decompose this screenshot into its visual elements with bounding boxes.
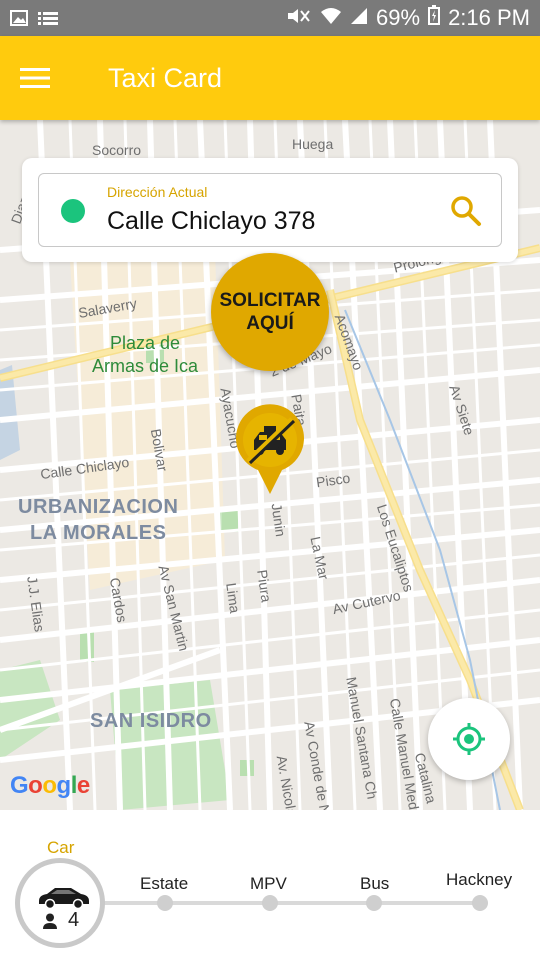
vehicle-option-bus[interactable] [366,895,382,911]
vehicle-option-estate[interactable] [157,895,173,911]
vehicle-option-estate-label: Estate [140,874,189,893]
battery-percent: 69% [376,5,421,30]
app-title: Taxi Card [108,62,223,93]
map-label-san-isidro: SAN ISIDRO [90,710,212,732]
google-attribution: Google [10,770,94,807]
address-field[interactable]: Dirección Actual Calle Chiclayo 378 [38,173,502,247]
my-location-button[interactable] [428,698,510,780]
request-line2: AQUÍ [246,313,294,334]
search-icon[interactable] [449,194,483,228]
list-notification-icon [38,10,58,26]
selected-vehicle-label: Car [47,838,75,857]
no-taxi-icon [236,404,304,494]
request-line1: SOLICITAR [219,290,321,311]
vehicle-option-bus-label: Bus [360,874,390,893]
signal-icon [350,5,368,31]
taxi-location-pin [232,404,308,496]
address-label: Dirección Actual [107,184,208,200]
map-label-plaza: Plaza de Armas de Ica [92,333,199,376]
app-bar: Taxi Card [0,36,540,120]
current-location-dot [61,199,85,223]
status-bar: 69% 2:16 PM [0,0,540,36]
svg-text:Google: Google [10,772,90,799]
menu-button[interactable] [0,36,70,120]
crosshair-icon [453,723,485,755]
battery-icon [428,5,441,31]
vehicle-option-mpv-label: MPV [250,874,287,893]
address-card: Dirección Actual Calle Chiclayo 378 [22,158,518,262]
clock: 2:16 PM [448,5,530,30]
gallery-notification-icon [10,10,28,26]
request-taxi-button[interactable]: SOLICITAR AQUÍ [211,253,329,371]
map-label-urbanizacion: URBANIZACION LA MORALES [18,496,179,544]
vehicle-option-hackney-label: Hackney [446,870,513,889]
person-icon [43,913,57,929]
address-value: Calle Chiclayo 378 [107,207,316,235]
hamburger-icon [20,68,50,88]
vehicle-option-hackney[interactable] [472,895,488,911]
map-label-socorro: Socorro [92,142,142,158]
seat-count: 4 [68,909,80,931]
map-label-huega: Huega [292,136,334,152]
google-logo: Google [10,772,90,799]
mute-icon [286,5,312,31]
vehicle-option-mpv[interactable] [262,895,278,911]
car-icon [39,888,89,909]
wifi-icon [320,5,342,31]
vehicle-option-car[interactable]: 4 [15,858,105,948]
vehicle-selector: Car 4 Estate MPV Bus Hackney [0,810,540,960]
